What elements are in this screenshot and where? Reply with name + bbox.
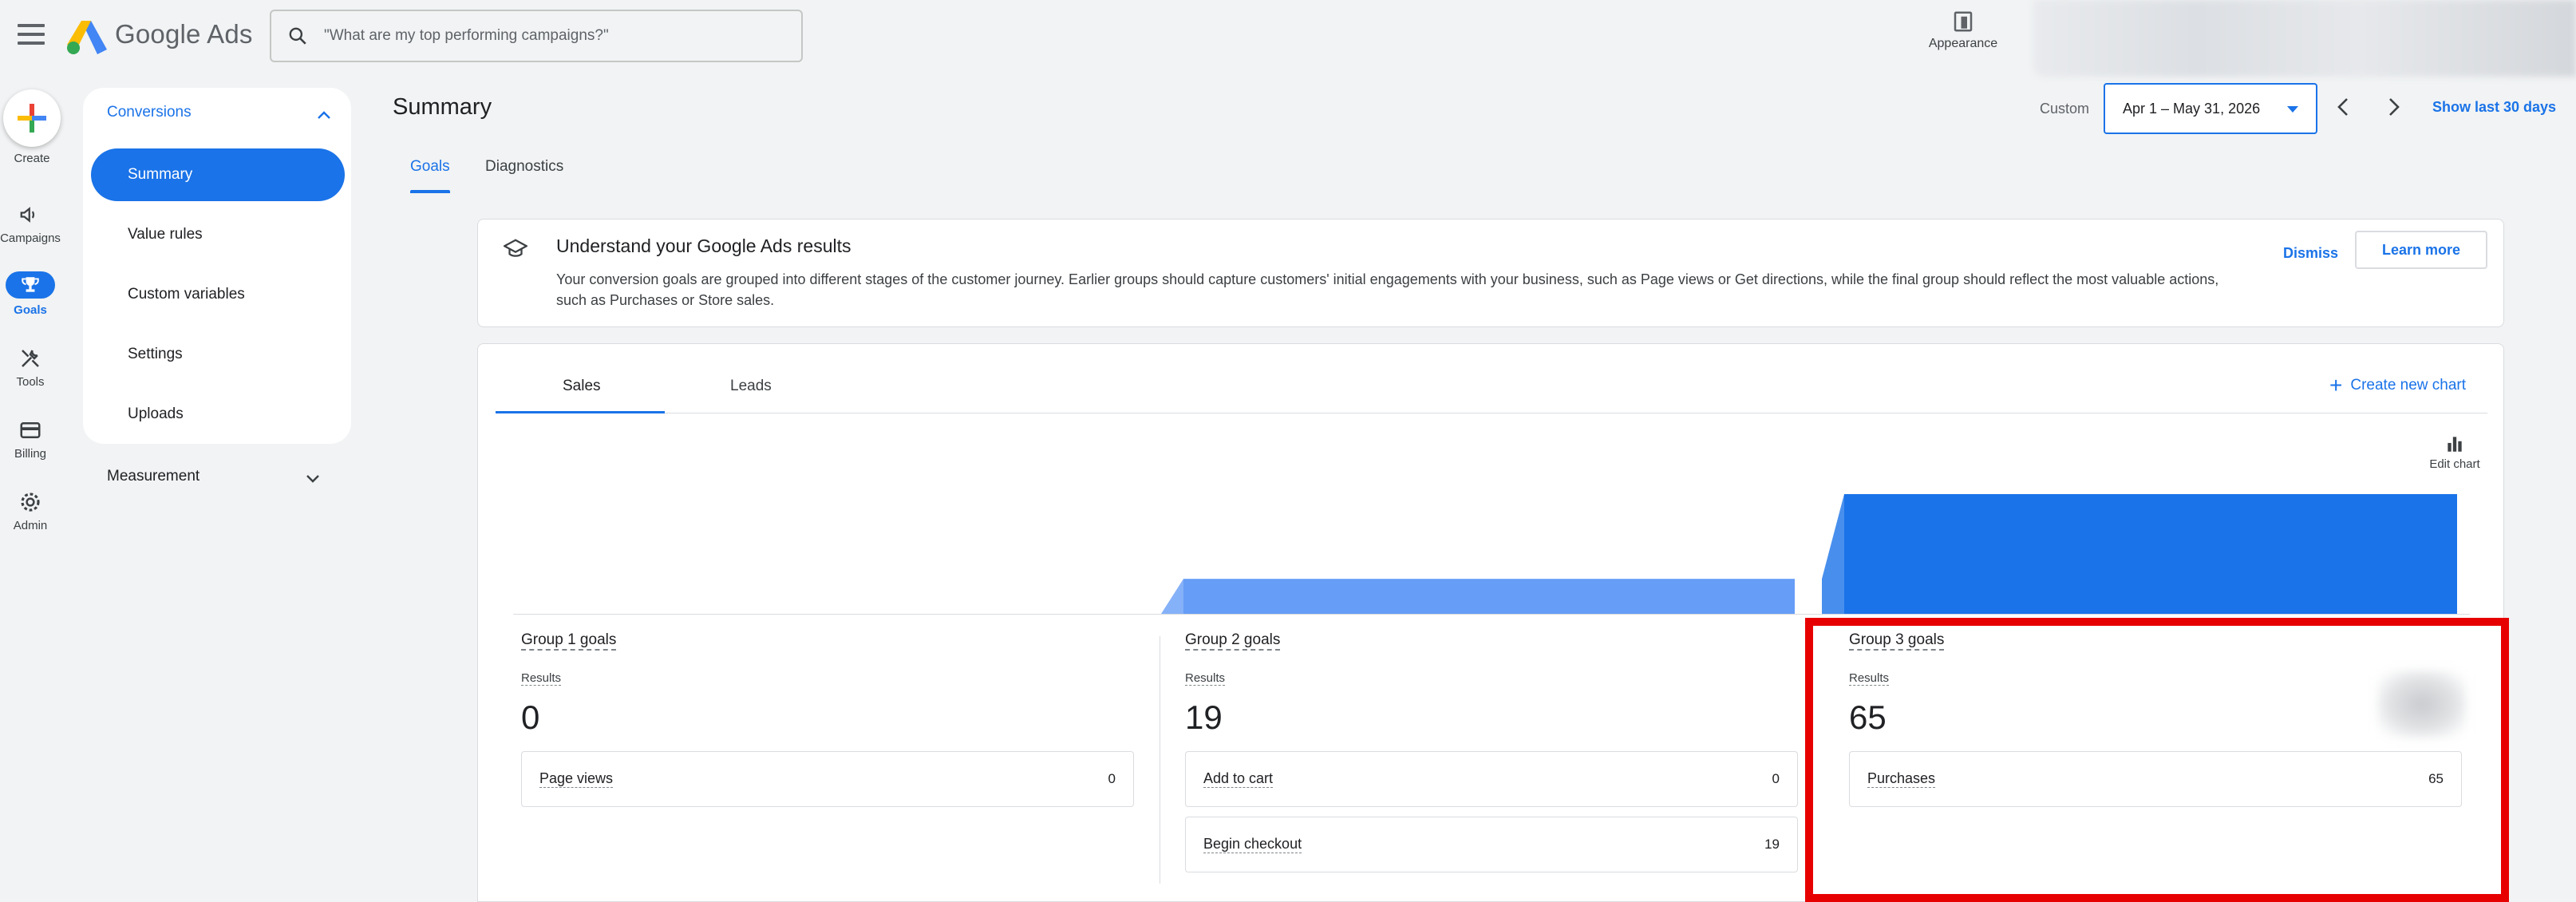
rail-active-pill: [6, 271, 55, 299]
dismiss-button[interactable]: Dismiss: [2280, 237, 2341, 270]
credit-card-icon: [20, 422, 41, 438]
conversion-name[interactable]: Page views: [539, 770, 614, 788]
chevron-right-icon[interactable]: [2384, 94, 2404, 120]
subnav-item-value-rules[interactable]: Value rules: [91, 208, 345, 261]
brand-name: Google Ads: [115, 19, 253, 49]
search-input[interactable]: [324, 27, 771, 45]
gear-icon: [21, 493, 40, 512]
rail-label-campaigns: Campaigns: [0, 231, 61, 245]
tab-diagnostics[interactable]: Diagnostics: [485, 158, 563, 176]
date-custom-label: Custom: [2040, 101, 2090, 117]
google-ads-logo-icon: [67, 21, 107, 54]
rail-item-campaigns[interactable]: Campaigns: [0, 203, 61, 245]
learn-more-button[interactable]: Learn more: [2355, 231, 2487, 269]
rail-label-admin: Admin: [13, 519, 48, 532]
conversion-value: 0: [1108, 771, 1116, 786]
create-fab[interactable]: [3, 89, 61, 147]
rail-item-admin[interactable]: Admin: [0, 490, 61, 532]
appearance-icon: [1954, 11, 1973, 32]
plus-icon: [18, 104, 46, 133]
funnel-bar-2: [1183, 579, 1795, 614]
tab-goals[interactable]: Goals: [410, 158, 450, 176]
group-1-results-label: Results: [521, 671, 562, 686]
highlight-box: [1805, 618, 2509, 902]
conversion-value: 0: [1772, 771, 1780, 786]
search-icon: [289, 27, 306, 45]
chevron-down-icon[interactable]: [305, 471, 321, 487]
rail-item-goals[interactable]: Goals: [0, 271, 61, 317]
appearance-button[interactable]: Appearance: [1923, 10, 2003, 51]
rail-label-goals: Goals: [14, 303, 47, 317]
subnav-item-uploads[interactable]: Uploads: [91, 388, 345, 441]
subnav-item-settings[interactable]: Settings: [91, 328, 345, 381]
conversion-row[interactable]: Add to cart 0: [1185, 751, 1798, 807]
trophy-icon: [22, 277, 39, 292]
conversion-row[interactable]: Page views 0: [521, 751, 1134, 807]
conversion-name[interactable]: Add to cart: [1203, 770, 1274, 788]
page-title: Summary: [393, 94, 492, 120]
rail-label-tools: Tools: [16, 375, 45, 389]
subnav-item-summary[interactable]: Summary: [91, 148, 345, 201]
date-range-value: Apr 1 – May 31, 2026: [2123, 100, 2261, 117]
conversions-subnav: Conversions Summary Value rules Custom v…: [83, 88, 351, 444]
appearance-label: Appearance: [1928, 37, 1998, 50]
group-1-results-value: 0: [521, 698, 540, 736]
create-label: Create: [14, 152, 50, 165]
funnel-bar-3: [1844, 494, 2457, 614]
conversion-row[interactable]: Begin checkout 19: [1185, 817, 1798, 872]
group-2-results-label: Results: [1185, 671, 1226, 686]
account-info-redacted: [2033, 0, 2576, 77]
group-1-title[interactable]: Group 1 goals: [521, 631, 617, 651]
group-2-results-value: 19: [1185, 698, 1223, 736]
subnav-section-conversions[interactable]: Conversions: [107, 104, 192, 121]
rail-label-billing: Billing: [14, 447, 47, 461]
banner-body: Your conversion goals are grouped into d…: [556, 271, 2219, 308]
subnav-item-custom-variables[interactable]: Custom variables: [91, 268, 345, 321]
dropdown-caret-icon: [2287, 106, 2298, 113]
create-button[interactable]: Create: [3, 89, 61, 165]
search-bar[interactable]: [270, 10, 803, 62]
chevron-up-icon[interactable]: [316, 107, 332, 123]
show-last-30-days-link[interactable]: Show last 30 days: [2432, 99, 2556, 116]
megaphone-icon: [20, 207, 35, 223]
wrench-icon: [22, 350, 39, 367]
date-range-picker[interactable]: Apr 1 – May 31, 2026: [2104, 83, 2317, 134]
funnel-connector-1: [1161, 579, 1183, 614]
conversion-funnel-chart: [513, 494, 2470, 615]
tab-goals-indicator: [410, 190, 450, 193]
banner-title: Understand your Google Ads results: [556, 235, 851, 256]
graduation-cap-icon: [504, 239, 527, 257]
info-banner: Understand your Google Ads results Your …: [477, 219, 2504, 327]
chevron-left-icon[interactable]: [2333, 94, 2353, 120]
subnav-section-measurement[interactable]: Measurement: [107, 468, 200, 485]
rail-item-billing[interactable]: Billing: [0, 418, 61, 461]
funnel-connector-2: [1822, 494, 1844, 614]
group-2-title[interactable]: Group 2 goals: [1185, 631, 1281, 651]
main-menu-icon[interactable]: [18, 24, 45, 45]
conversion-value: 19: [1764, 837, 1780, 852]
rail-item-tools[interactable]: Tools: [0, 346, 61, 389]
conversion-name[interactable]: Begin checkout: [1203, 836, 1302, 853]
